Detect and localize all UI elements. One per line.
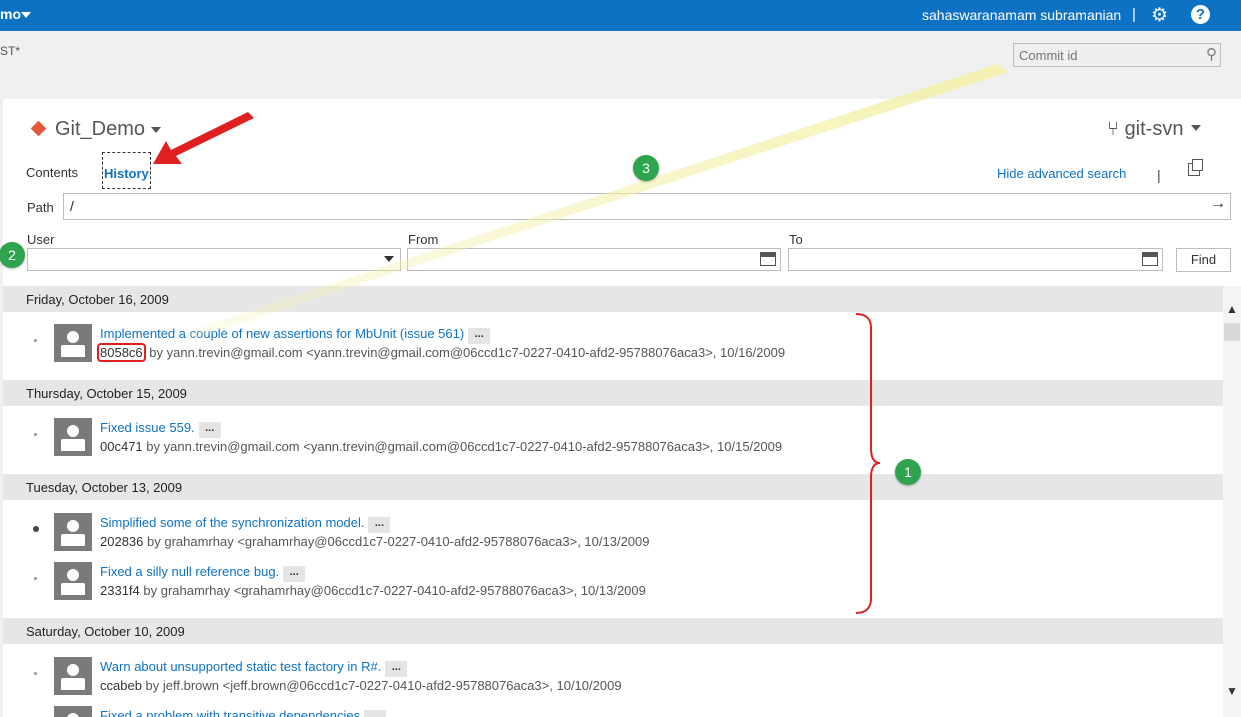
commit-message-link[interactable]: Fixed issue 559. <box>100 420 195 435</box>
commit-hash-link[interactable]: 8058c6 <box>97 343 146 362</box>
branch-name[interactable]: git-svn <box>1125 118 1184 140</box>
to-date-field[interactable] <box>788 248 1163 271</box>
path-value: / <box>70 198 74 214</box>
project-menu[interactable]: mo <box>0 6 21 22</box>
list-item: Warn about unsupported static test facto… <box>3 645 1223 695</box>
top-bar: mo sahaswaranamam subramanian | ⚙ ? <box>0 0 1241 31</box>
day-label: Tuesday, October 13, 2009 <box>26 480 183 495</box>
path-label: Path <box>27 200 54 215</box>
bullet <box>33 526 39 532</box>
commit-hash-link[interactable]: 2331f4 <box>100 583 140 598</box>
scrollbar[interactable]: ▲ ▼ <box>1223 286 1241 717</box>
avatar <box>54 706 92 717</box>
day-header: Thursday, October 15, 2009 <box>3 380 1223 406</box>
arrow-right-icon[interactable]: → <box>1210 195 1226 213</box>
hide-advanced-search-link[interactable]: Hide advanced search <box>997 166 1126 181</box>
scrollbar-thumb[interactable] <box>1224 323 1240 341</box>
from-label: From <box>408 232 439 247</box>
from-date-field[interactable] <box>407 248 781 271</box>
commit-hash-link[interactable]: 00c471 <box>100 439 143 454</box>
chevron-down-icon[interactable] <box>1191 125 1202 131</box>
commit-details: by jeff.brown <jeff.brown@06ccd1c7-0227-… <box>141 678 622 693</box>
day-header: Tuesday, October 13, 2009 <box>3 474 1223 500</box>
day-label: Friday, October 16, 2009 <box>26 292 169 307</box>
find-button[interactable]: Find <box>1176 248 1231 272</box>
avatar <box>54 513 92 551</box>
help-icon[interactable]: ? <box>1191 5 1210 24</box>
avatar <box>54 324 92 362</box>
day-header: Friday, October 16, 2009 <box>3 286 1223 312</box>
bullet <box>34 672 37 675</box>
commit-message-link[interactable]: Warn about unsupported static test facto… <box>100 659 381 674</box>
chevron-up-icon[interactable]: ▲ <box>1226 302 1238 316</box>
list-item: Fixed issue 559.... 00c471 by yann.trevi… <box>3 406 1223 456</box>
gear-icon[interactable]: ⚙ <box>1151 4 1168 27</box>
chevron-down-icon[interactable]: ▼ <box>1226 684 1238 698</box>
divider: | <box>1157 167 1161 183</box>
tab-contents[interactable]: Contents <box>26 165 78 180</box>
day-label: Saturday, October 10, 2009 <box>26 624 185 639</box>
more-button[interactable]: ... <box>385 661 408 677</box>
avatar <box>54 657 92 695</box>
search-icon[interactable]: ⚲ <box>1206 45 1217 63</box>
calendar-icon[interactable] <box>760 252 776 266</box>
bullet <box>34 433 37 436</box>
commit-details: by grahamrhay <grahamrhay@06ccd1c7-0227-… <box>143 534 650 549</box>
bullet <box>34 577 37 580</box>
popout-icon[interactable] <box>1188 159 1203 176</box>
commit-hash-link[interactable]: 202836 <box>100 534 143 549</box>
avatar <box>54 562 92 600</box>
tab-history[interactable]: History <box>102 152 151 189</box>
commit-details: by yann.trevin@gmail.com <yann.trevin@gm… <box>145 345 786 360</box>
more-button[interactable]: ... <box>283 566 306 582</box>
branch-selector[interactable]: ⑂ git-svn <box>1107 118 1202 141</box>
branch-icon: ⑂ <box>1107 118 1125 140</box>
commit-id-input[interactable] <box>1017 47 1201 64</box>
breadcrumb: ST* <box>0 44 21 58</box>
commit-details: by grahamrhay <grahamrhay@06ccd1c7-0227-… <box>139 583 646 598</box>
commit-message-link[interactable]: Fixed a silly null reference bug. <box>100 564 279 579</box>
path-input[interactable]: / → <box>63 193 1231 220</box>
user-dropdown[interactable] <box>27 248 401 271</box>
annotation-badge: 2 <box>0 242 25 268</box>
list-item: Fixed a problem with transitive dependen… <box>3 694 1223 717</box>
bullet <box>34 339 37 342</box>
avatar <box>54 418 92 456</box>
more-button[interactable]: ... <box>364 710 387 717</box>
day-header: Saturday, October 10, 2009 <box>3 618 1223 644</box>
repo-name[interactable]: Git_Demo <box>55 118 145 141</box>
commit-hash-link[interactable]: ccabeb <box>100 678 142 693</box>
commit-details: by yann.trevin@gmail.com <yann.trevin@gm… <box>142 439 783 454</box>
more-button[interactable]: ... <box>198 422 221 438</box>
user-name[interactable]: sahaswaranamam subramanian <box>922 7 1121 23</box>
annotation-badge: 3 <box>633 155 659 181</box>
to-label: To <box>789 232 803 247</box>
day-label: Thursday, October 15, 2009 <box>26 386 187 401</box>
calendar-icon[interactable] <box>1142 252 1158 266</box>
chevron-down-icon[interactable] <box>21 12 31 18</box>
tab-history-label: History <box>104 166 149 181</box>
divider: | <box>1132 6 1136 23</box>
commit-search-box[interactable]: ⚲ <box>1013 43 1221 67</box>
list-item: Implemented a couple of new assertions f… <box>3 312 1223 362</box>
commit-message-link[interactable]: Simplified some of the synchronization m… <box>100 515 364 530</box>
chevron-down-icon[interactable] <box>151 127 161 133</box>
list-item: Simplified some of the synchronization m… <box>3 501 1223 551</box>
more-button[interactable]: ... <box>468 328 491 344</box>
commit-message-link[interactable]: Implemented a couple of new assertions f… <box>100 326 464 341</box>
annotation-badge: 1 <box>895 459 921 485</box>
user-label: User <box>27 232 55 247</box>
chevron-down-icon[interactable] <box>384 256 394 262</box>
list-item: Fixed a silly null reference bug.... 233… <box>3 550 1223 600</box>
more-button[interactable]: ... <box>368 517 391 533</box>
commit-message-link[interactable]: Fixed a problem with transitive dependen… <box>100 708 360 717</box>
